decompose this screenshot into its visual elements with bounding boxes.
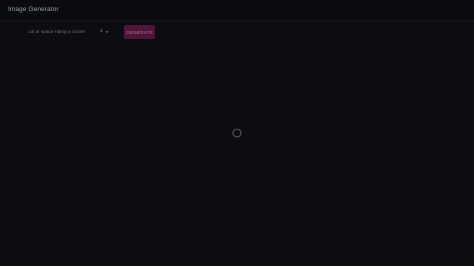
app-title: Image Generator xyxy=(8,6,59,13)
loading-spinner-icon xyxy=(232,128,242,138)
chevron-down-icon xyxy=(105,30,109,33)
app-header: Image Generator xyxy=(0,0,474,21)
generate-button[interactable]: GENERATE xyxy=(124,25,155,39)
image-count-select[interactable]: 4 xyxy=(100,27,116,37)
app-root: Image Generator 4 GENERATE xyxy=(0,0,474,266)
prompt-input[interactable] xyxy=(24,26,100,38)
image-count-value: 4 xyxy=(100,29,103,34)
